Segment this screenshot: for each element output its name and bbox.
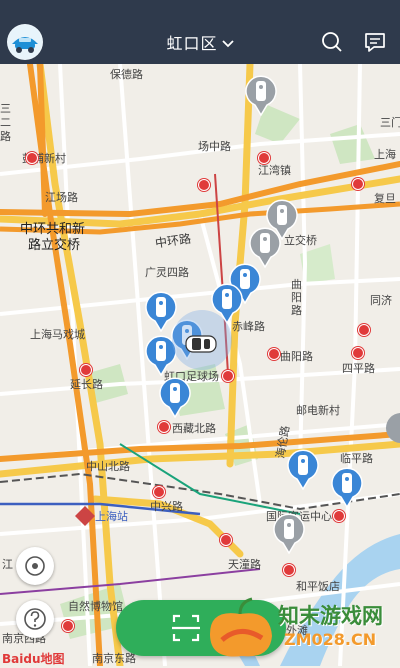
- map-label: 路: [291, 304, 302, 317]
- metro-station-marker: [268, 348, 280, 360]
- message-icon[interactable]: [363, 30, 387, 54]
- metro-station-marker: [158, 421, 170, 433]
- map-label: 西藏北路: [172, 422, 216, 435]
- map-label: 延长路: [70, 378, 103, 391]
- map-label: 路立交桥: [28, 238, 81, 253]
- metro-station-marker: [222, 370, 234, 382]
- metro-station-marker: [26, 152, 38, 164]
- map-label: 中山北路: [86, 460, 130, 473]
- help-icon: [24, 608, 46, 630]
- bike-pin-blue-icon[interactable]: [158, 376, 192, 422]
- district-label: 虹口区: [166, 34, 218, 53]
- baidu-logo: Baidu地图: [2, 650, 65, 666]
- map-label: 上海马戏城: [30, 328, 85, 341]
- map-label: 中兴路: [150, 500, 183, 513]
- map-label: 上海站: [95, 510, 128, 523]
- metro-station-marker: [258, 152, 270, 164]
- metro-station-marker: [80, 364, 92, 376]
- bike-pin-blue-icon[interactable]: [286, 448, 320, 494]
- metro-station-marker: [62, 620, 74, 632]
- bike-pin-gray-icon[interactable]: [244, 74, 278, 120]
- map-label: 复旦: [374, 192, 396, 205]
- map-label: 上海: [374, 148, 396, 161]
- map-label: 自然博物馆: [68, 600, 123, 613]
- map-label: 广灵四路: [145, 266, 189, 279]
- metro-station-marker: [220, 534, 232, 546]
- metro-station-marker: [283, 564, 295, 576]
- bike-pin-blue-icon[interactable]: [330, 466, 364, 512]
- watermark-subtitle: ZM028.CN: [284, 630, 377, 649]
- locate-icon: [25, 556, 45, 576]
- map-label: 和平饭店: [296, 580, 340, 593]
- map-label: 江: [2, 558, 13, 571]
- search-icon[interactable]: [320, 30, 344, 54]
- map-label: 江场路: [45, 191, 78, 204]
- map-view[interactable]: 保德路 彭浦新村 场中路 江湾镇 江场路 中环共和新 路立交桥 中环路 广灵四路…: [0, 64, 400, 666]
- metro-station-marker: [153, 486, 165, 498]
- map-label: 三门: [380, 116, 400, 129]
- metro-station-marker: [358, 324, 370, 336]
- map-label: 临平路: [340, 452, 373, 465]
- watermark-title: 知末游戏网: [278, 604, 383, 628]
- map-label: 同济: [370, 294, 392, 307]
- metro-station-marker: [352, 178, 364, 190]
- map-label: 场中路: [198, 140, 231, 153]
- top-bar: 虹口区: [0, 0, 400, 64]
- baidu-brand-text: Baidu地图: [2, 652, 65, 666]
- map-label: 四平路: [342, 362, 375, 375]
- metro-station-marker: [352, 347, 364, 359]
- bike-pin-gray-icon[interactable]: [385, 410, 400, 456]
- map-label: 邮电新村: [296, 404, 340, 417]
- chevron-down-icon: [221, 34, 234, 53]
- watermark: 知末游戏网 ZM028.CN: [200, 594, 400, 664]
- locate-button[interactable]: [16, 547, 54, 585]
- map-label: 保德路: [110, 68, 143, 81]
- map-label: 路: [0, 130, 11, 143]
- metro-station-marker: [198, 179, 210, 191]
- bike-pin-gray-icon[interactable]: [272, 512, 306, 558]
- help-button[interactable]: [16, 600, 54, 638]
- map-label: 江湾镇: [258, 164, 291, 177]
- user-car-icon: [184, 332, 218, 360]
- map-label: 曲阳路: [280, 350, 313, 363]
- map-label: 天潼路: [228, 558, 261, 571]
